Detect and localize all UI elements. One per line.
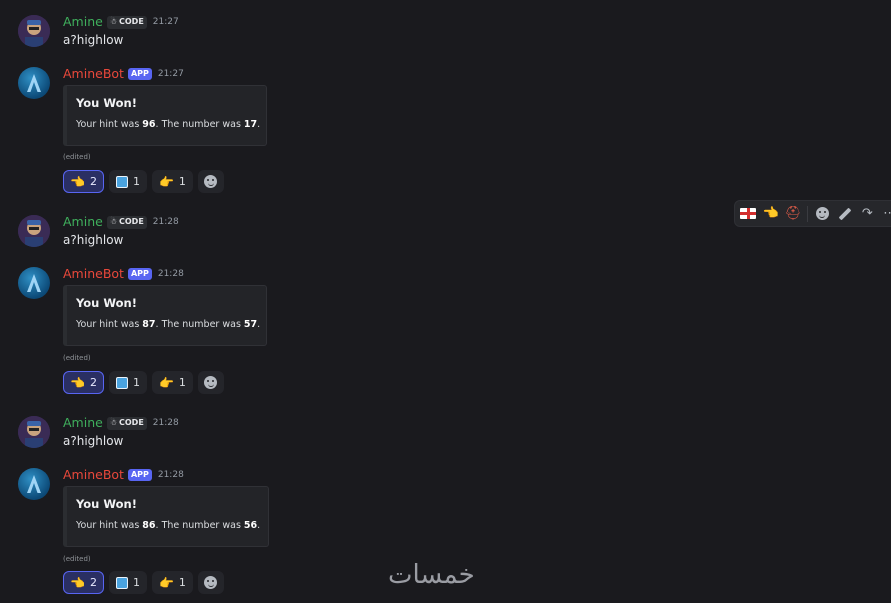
toolbar-divider — [807, 205, 809, 222]
point-right-emoji: 👉 — [158, 375, 174, 390]
message-text: a?highlow — [63, 434, 124, 448]
reactions: 👈 2 1 👉 1 — [63, 571, 224, 594]
reactions: 👈 2 1 👉 1 — [63, 371, 224, 394]
embed-title: You Won! — [76, 497, 137, 511]
timestamp: 21:28 — [157, 269, 184, 279]
paw-icon: ☃ — [109, 17, 117, 26]
reaction-blue-square[interactable]: 1 — [108, 371, 147, 394]
username[interactable]: AmineBot — [63, 467, 124, 483]
point-left-emoji: 👈 — [70, 575, 85, 590]
paw-icon: ☃ — [109, 418, 117, 427]
server-tag[interactable]: ☃ CODE — [106, 15, 147, 29]
embed-description: Your hint was 87. The number was 57. — [76, 319, 261, 330]
message-text: a?highlow — [63, 33, 124, 47]
blue-square-emoji — [115, 576, 128, 589]
edited-label: (edited) — [63, 354, 91, 362]
embed: You Won! Your hint was 87. The number wa… — [63, 285, 267, 346]
point-right-emoji: 👉 — [158, 575, 174, 590]
add-reaction-button[interactable] — [197, 571, 224, 594]
number-value: 17 — [243, 119, 258, 130]
timestamp: 21:28 — [152, 217, 179, 227]
add-reaction-button[interactable] — [197, 371, 224, 394]
reaction-point-right[interactable]: 👉 1 — [151, 571, 193, 594]
reaction-blue-square[interactable]: 1 — [108, 571, 147, 594]
blue-square-emoji — [115, 376, 128, 389]
embed-description: Your hint was 96. The number was 17. — [76, 119, 261, 130]
reaction-point-right[interactable]: 👉 1 — [151, 371, 193, 394]
reaction-point-right[interactable]: 👉 1 — [151, 170, 193, 193]
app-badge: APP — [127, 268, 152, 280]
embed-description: Your hint was 86. The number was 56. — [76, 520, 261, 531]
forward-icon[interactable]: ↷ — [859, 206, 875, 221]
point-right-emoji: 👉 — [158, 174, 174, 189]
reactions: 👈 2 1 👉 1 — [63, 170, 224, 193]
reaction-point-left[interactable]: 👈 2 — [63, 571, 104, 594]
add-reaction-icon[interactable] — [814, 207, 830, 220]
embed: You Won! Your hint was 86. The number wa… — [63, 486, 269, 547]
reaction-point-left[interactable]: 👈 2 — [63, 170, 104, 193]
number-value: 56 — [243, 520, 258, 531]
edited-label: (edited) — [63, 555, 91, 563]
timestamp: 21:27 — [152, 17, 179, 27]
message-text: a?highlow — [63, 233, 124, 247]
watermark-logo: خمسات — [388, 560, 475, 590]
edit-icon[interactable] — [837, 207, 853, 220]
user-avatar[interactable] — [18, 416, 50, 448]
embed-title: You Won! — [76, 296, 137, 310]
user-avatar[interactable] — [18, 15, 50, 47]
more-icon[interactable]: ⋯ — [882, 206, 891, 221]
fire-helmet-emoji[interactable]: ⛑ — [785, 206, 802, 221]
bot-avatar[interactable] — [18, 468, 50, 500]
embed: You Won! Your hint was 96. The number wa… — [63, 85, 267, 146]
paw-icon: ☃ — [109, 217, 117, 226]
hint-value: 86 — [142, 520, 156, 531]
app-badge: APP — [127, 469, 152, 481]
number-value: 57 — [243, 319, 258, 330]
add-reaction-button[interactable] — [197, 170, 224, 193]
point-left-emoji[interactable]: 👈 — [762, 206, 779, 221]
message-hover-toolbar: 👈 ⛑ ↷ ⋯ — [734, 200, 891, 227]
username[interactable]: AmineBot — [63, 66, 124, 82]
smile-icon — [204, 376, 218, 389]
hint-value: 96 — [142, 119, 156, 130]
username[interactable]: Amine — [63, 214, 103, 230]
bot-avatar[interactable] — [18, 67, 50, 99]
bot-avatar[interactable] — [18, 267, 50, 299]
app-badge: APP — [127, 68, 152, 80]
username[interactable]: Amine — [63, 415, 103, 431]
timestamp: 21:27 — [157, 69, 184, 79]
hint-value: 87 — [142, 319, 156, 330]
blue-square-emoji — [115, 175, 128, 188]
edited-label: (edited) — [63, 153, 91, 161]
embed-title: You Won! — [76, 96, 137, 110]
point-left-emoji: 👈 — [70, 375, 85, 390]
server-tag[interactable]: ☃ CODE — [106, 215, 147, 229]
reaction-blue-square[interactable]: 1 — [108, 170, 147, 193]
point-left-emoji: 👈 — [70, 174, 85, 189]
reaction-point-left[interactable]: 👈 2 — [63, 371, 104, 394]
england-flag-emoji[interactable] — [740, 208, 757, 219]
smile-icon — [204, 175, 218, 188]
username[interactable]: Amine — [63, 14, 103, 30]
username[interactable]: AmineBot — [63, 266, 124, 282]
timestamp: 21:28 — [157, 470, 184, 480]
timestamp: 21:28 — [152, 418, 179, 428]
smile-icon — [204, 576, 218, 589]
user-avatar[interactable] — [18, 215, 50, 247]
server-tag[interactable]: ☃ CODE — [106, 416, 147, 430]
